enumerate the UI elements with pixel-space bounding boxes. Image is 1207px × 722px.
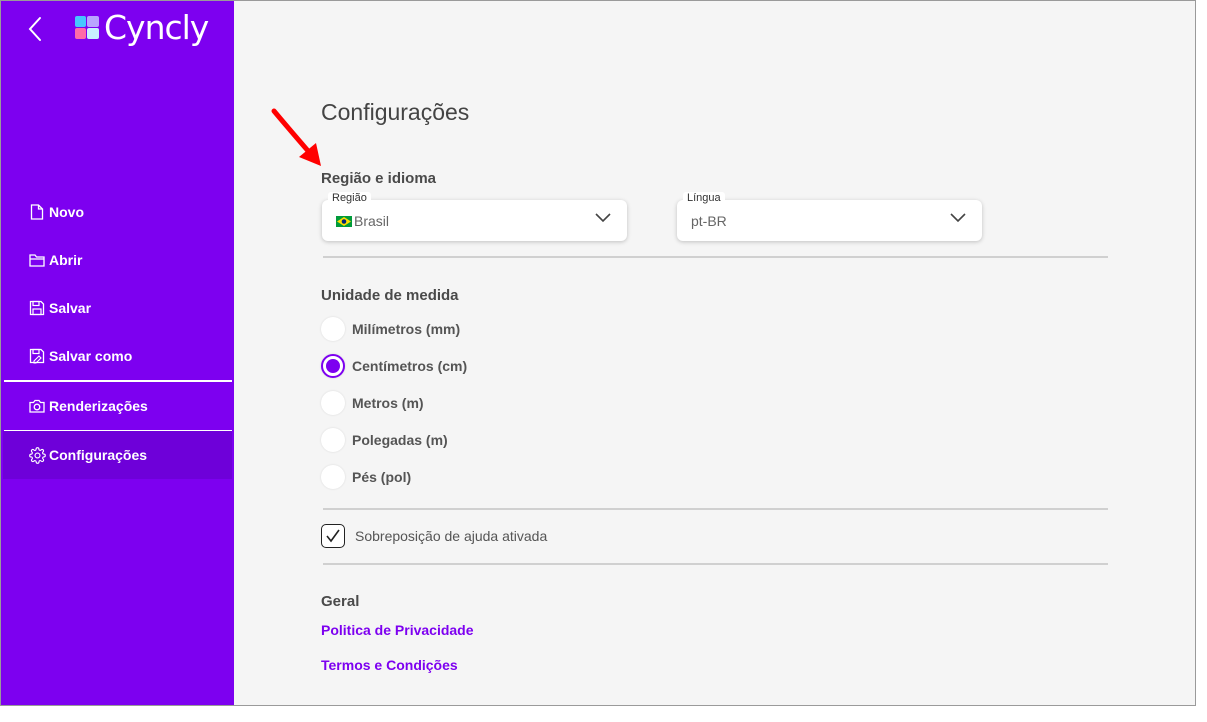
radio-label: Polegadas (m)	[352, 432, 448, 448]
radio-button[interactable]	[321, 391, 345, 415]
sidebar-item-label: Salvar como	[49, 348, 133, 364]
camera-icon	[28, 397, 46, 415]
sidebar-item-salvar[interactable]: Salvar	[3, 288, 232, 328]
cyncly-logo-icon	[75, 16, 99, 39]
back-button[interactable]	[23, 15, 47, 43]
chevron-down-icon	[595, 213, 611, 223]
section-title-general: Geral	[321, 593, 360, 610]
chevron-left-icon	[28, 17, 41, 41]
checkbox[interactable]	[321, 524, 345, 548]
folder-icon	[28, 251, 46, 269]
privacy-policy-link[interactable]: Politica de Privacidade	[321, 622, 474, 638]
section-divider	[323, 508, 1108, 510]
sidebar-item-label: Configurações	[49, 447, 148, 463]
terms-link[interactable]: Termos e Condições	[321, 657, 458, 673]
radio-label: Metros (m)	[352, 395, 424, 411]
settings-panel: Configurações Região e idioma Região Bra…	[234, 1, 1195, 705]
chevron-down-icon	[950, 213, 966, 223]
page-title: Configurações	[321, 99, 470, 125]
sidebar-divider	[4, 380, 232, 382]
radio-label: Milímetros (mm)	[352, 321, 461, 337]
annotation-arrow-icon	[271, 108, 321, 166]
language-select-label: Língua	[683, 192, 725, 204]
save-as-icon	[28, 347, 46, 365]
region-select[interactable]: Região Brasil	[322, 192, 627, 241]
region-select-value: Brasil	[354, 213, 390, 229]
save-icon	[28, 299, 46, 317]
unit-option-cm[interactable]: Centímetros (cm)	[321, 354, 467, 378]
radio-button-selected[interactable]	[321, 354, 345, 378]
unit-option-inches[interactable]: Polegadas (m)	[321, 428, 448, 452]
logo: Cyncly	[74, 7, 209, 47]
checkmark-icon	[326, 529, 340, 543]
radio-button[interactable]	[321, 465, 345, 489]
radio-label: Pés (pol)	[352, 469, 412, 485]
section-divider	[323, 563, 1108, 565]
section-title-unit: Unidade de medida	[321, 287, 459, 304]
sidebar-item-abrir[interactable]: Abrir	[3, 240, 232, 280]
sidebar-item-configuracoes[interactable]: Configurações	[3, 431, 232, 479]
help-overlay-toggle[interactable]: Sobreposição de ajuda ativada	[321, 524, 547, 548]
region-select-label: Região	[328, 192, 371, 204]
brazil-flag-icon	[336, 215, 352, 227]
unit-option-mm[interactable]: Milímetros (mm)	[321, 317, 460, 341]
language-select[interactable]: Língua pt-BR	[677, 192, 982, 241]
sidebar-item-label: Renderizações	[49, 398, 148, 414]
sidebar-item-renderizacoes[interactable]: Renderizações	[3, 386, 232, 426]
radio-button[interactable]	[321, 428, 345, 452]
section-title-region-language: Região e idioma	[321, 170, 437, 187]
unit-option-m[interactable]: Metros (m)	[321, 391, 424, 415]
gear-icon	[28, 446, 46, 464]
sidebar-item-label: Novo	[49, 204, 84, 220]
file-icon	[28, 203, 46, 221]
sidebar-item-salvar-como[interactable]: Salvar como	[3, 336, 232, 376]
radio-button[interactable]	[321, 317, 345, 341]
sidebar-item-label: Abrir	[49, 252, 83, 268]
sidebar: Cyncly Novo Abrir Salvar Salvar como Ren…	[1, 1, 234, 705]
checkbox-label: Sobreposição de ajuda ativada	[355, 528, 548, 544]
logo-text: Cyncly	[104, 7, 209, 47]
sidebar-item-novo[interactable]: Novo	[3, 192, 232, 232]
unit-option-feet[interactable]: Pés (pol)	[321, 465, 411, 489]
sidebar-item-label: Salvar	[49, 300, 92, 316]
section-divider	[323, 256, 1108, 258]
app-window: Cyncly Novo Abrir Salvar Salvar como Ren…	[0, 0, 1196, 706]
radio-label: Centímetros (cm)	[352, 358, 468, 374]
language-select-value: pt-BR	[691, 213, 727, 229]
